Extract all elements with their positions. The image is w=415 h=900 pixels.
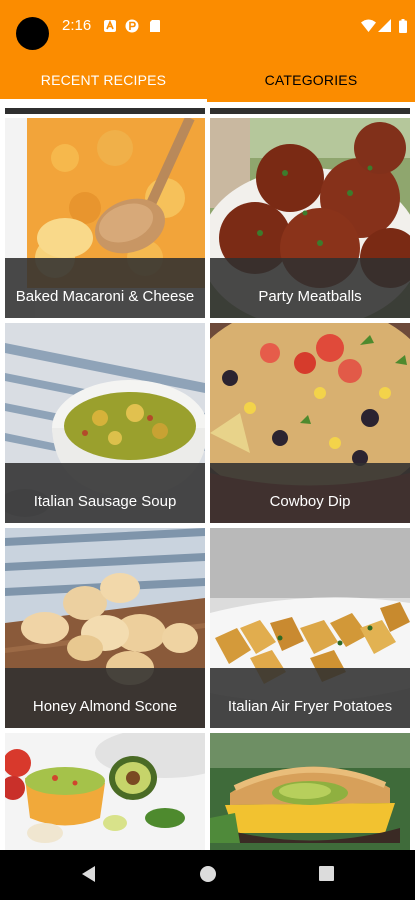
tab-recent-recipes[interactable]: RECENT RECIPES xyxy=(0,58,207,102)
recipe-card[interactable] xyxy=(5,733,205,850)
recipe-card[interactable] xyxy=(210,733,410,850)
recipe-title: Italian Sausage Soup xyxy=(33,493,177,510)
wifi-icon xyxy=(361,19,376,33)
recipe-caption: Italian Air Fryer Potatoes xyxy=(210,668,410,728)
status-bar: 2:16 xyxy=(0,0,415,58)
app-p-icon xyxy=(125,19,139,33)
tab-categories[interactable]: CATEGORIES xyxy=(207,58,415,102)
recipe-card[interactable]: Italian Air Fryer Potatoes xyxy=(210,528,410,728)
status-time: 2:16 xyxy=(62,17,92,34)
system-nav-bar xyxy=(0,850,415,900)
previous-card-edge xyxy=(5,108,205,114)
recipe-card[interactable]: Baked Macaroni & Cheese xyxy=(5,118,205,318)
recipe-title: Party Meatballs xyxy=(258,288,362,305)
recipe-caption: Baked Macaroni & Cheese xyxy=(5,258,205,318)
sd-card-icon xyxy=(148,19,162,33)
recipe-caption: Party Meatballs xyxy=(210,258,410,318)
recipe-card[interactable]: Honey Almond Scone xyxy=(5,528,205,728)
notification-a-icon xyxy=(103,19,117,33)
recipe-title: Cowboy Dip xyxy=(269,493,351,510)
home-icon[interactable] xyxy=(199,865,217,888)
back-icon[interactable] xyxy=(80,865,96,888)
previous-card-edge xyxy=(210,108,410,114)
recipe-grid[interactable]: Baked Macaroni & Cheese Party Meatballs xyxy=(0,102,415,850)
recipe-caption: Cowboy Dip xyxy=(210,463,410,523)
camera-cutout xyxy=(16,17,49,50)
recipe-title: Honey Almond Scone xyxy=(32,698,178,715)
recipe-caption: Honey Almond Scone xyxy=(5,668,205,728)
tab-bar: RECENT RECIPES CATEGORIES xyxy=(0,58,415,102)
recipe-photo xyxy=(210,733,410,850)
recipe-photo xyxy=(5,733,205,850)
recipe-caption: Italian Sausage Soup xyxy=(5,463,205,523)
recipe-card[interactable]: Cowboy Dip xyxy=(210,323,410,523)
recipe-card[interactable]: Italian Sausage Soup xyxy=(5,323,205,523)
cell-signal-icon xyxy=(378,19,391,33)
battery-icon xyxy=(399,19,407,33)
recipe-title: Italian Air Fryer Potatoes xyxy=(227,698,393,715)
recipe-title: Baked Macaroni & Cheese xyxy=(15,288,195,305)
recipe-card[interactable]: Party Meatballs xyxy=(210,118,410,318)
recents-icon[interactable] xyxy=(319,865,335,886)
